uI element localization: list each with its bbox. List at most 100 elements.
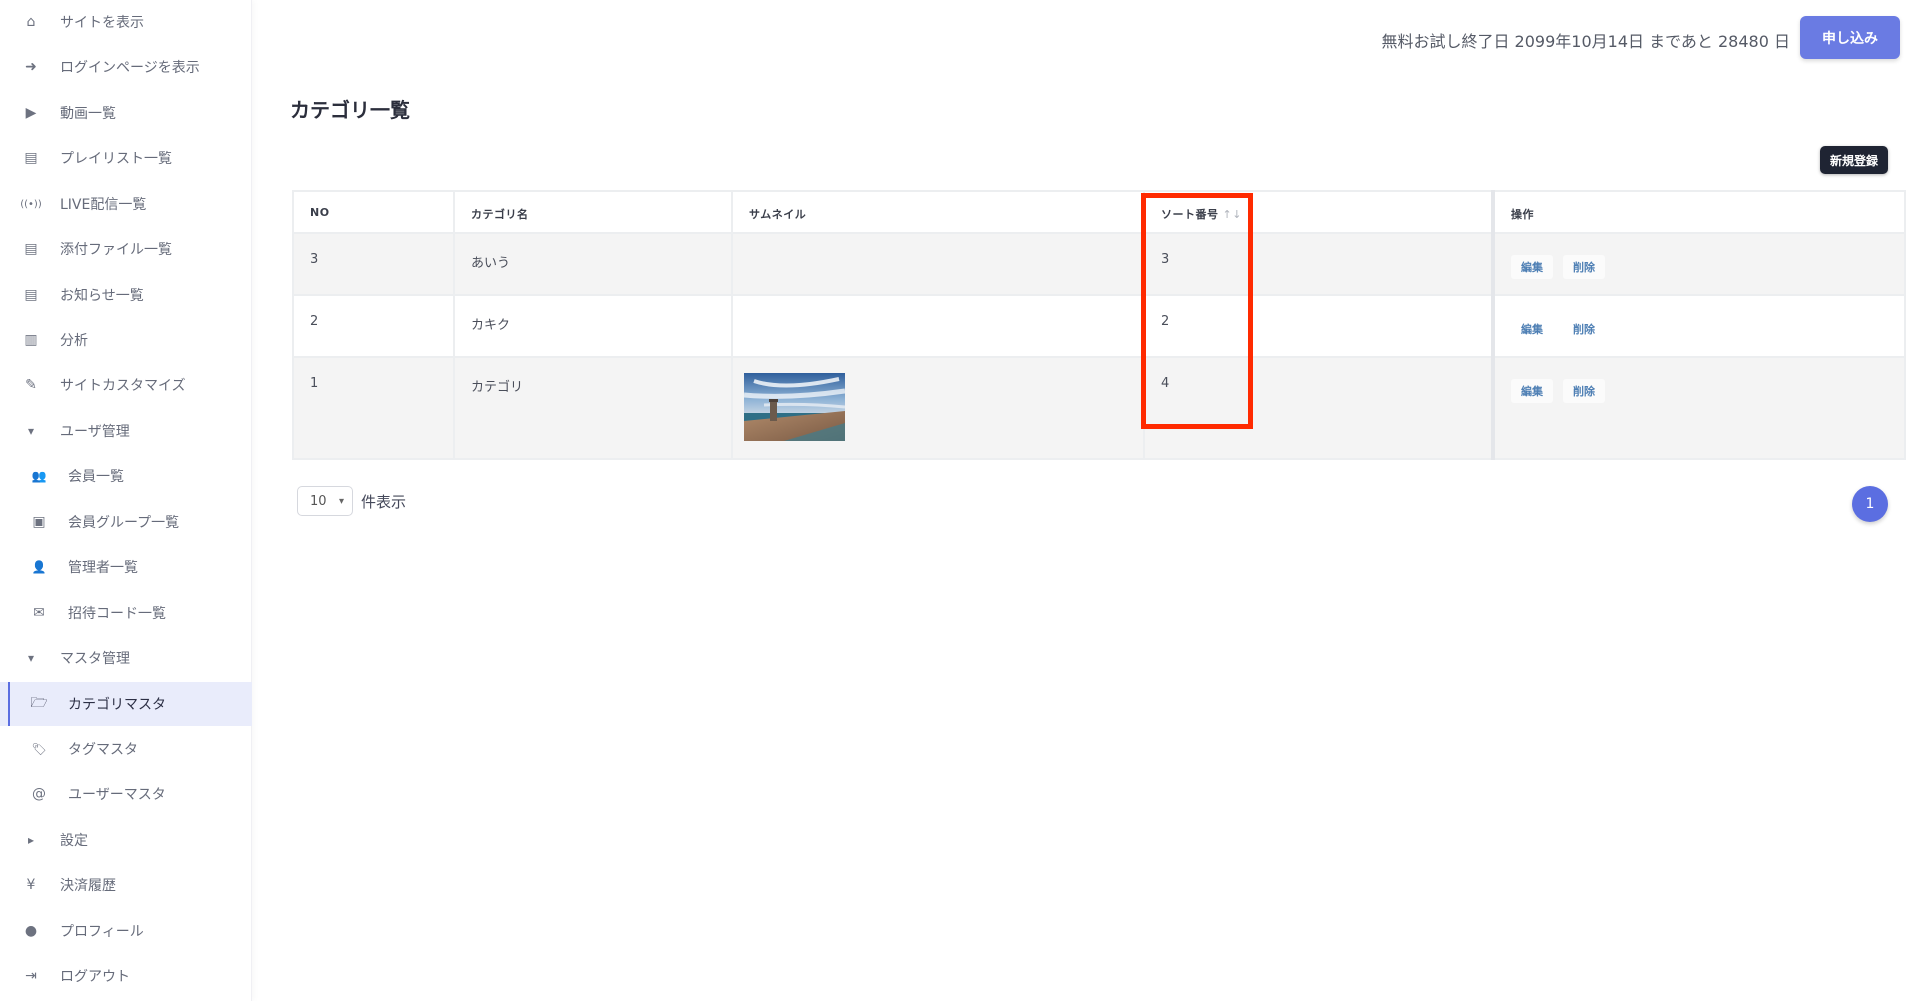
- sidebar-item-label: プレイリスト一覧: [60, 151, 172, 167]
- per-page-label: 件表示: [361, 492, 407, 511]
- sidebar-item-label: 分析: [60, 333, 88, 349]
- sidebar-item-label: マスタ管理: [60, 651, 130, 667]
- broadcast-icon: ((•)): [20, 198, 42, 210]
- sidebar-item-label: 招待コード一覧: [68, 606, 166, 622]
- admin-icon: 👤: [31, 560, 47, 574]
- chart-icon: ▥: [24, 332, 38, 348]
- cell-actions: 編集 削除: [1491, 232, 1906, 296]
- sidebar-group-settings[interactable]: ▸ 設定: [0, 818, 252, 862]
- sort-number-header-label: ソート番号: [1161, 208, 1219, 221]
- sidebar-item-label: サイトカスタマイズ: [60, 378, 186, 394]
- sidebar-item-label: ログアウト: [60, 969, 130, 985]
- caret-down-icon: ▾: [27, 651, 35, 665]
- sidebar-item-label: 動画一覧: [60, 106, 116, 122]
- sidebar-item-member-groups[interactable]: ▣ 会員グループ一覧: [0, 500, 252, 544]
- sidebar-item-tag-master[interactable]: 🏷 タグマスタ: [0, 727, 252, 771]
- sidebar-item-attachments[interactable]: ▤ 添付ファイル一覧: [0, 227, 252, 271]
- group-icon: ▣: [32, 514, 46, 530]
- sidebar-item-admins[interactable]: 👤 管理者一覧: [0, 545, 252, 589]
- sidebar-item-logout[interactable]: ⇥ ログアウト: [0, 954, 252, 998]
- chevron-down-icon: ▾: [338, 495, 344, 507]
- category-table: NO カテゴリ名 サムネイル ソート番号 ↑↓ 操作 3 あいう 3 編集 削除 2…: [292, 190, 1906, 460]
- apply-button[interactable]: 申し込み: [1800, 16, 1900, 59]
- cell-no: 3: [292, 232, 455, 296]
- sidebar-item-profile[interactable]: ● プロフィール: [0, 909, 252, 953]
- per-page-select[interactable]: 10 ▾: [297, 486, 353, 516]
- cell-no: 1: [292, 356, 455, 460]
- trial-status-text: 無料お試し終了日 2099年10月14日 まであと 28480 日: [1381, 32, 1790, 51]
- sidebar-item-label: お知らせ一覧: [60, 288, 144, 304]
- sidebar-item-videos[interactable]: ▶ 動画一覧: [0, 91, 252, 135]
- category-thumbnail-image: [744, 373, 845, 441]
- sidebar-item-label: ユーザ管理: [60, 424, 130, 440]
- yen-icon: ¥: [26, 877, 36, 893]
- folder-open-icon: 🗁: [30, 695, 48, 711]
- cell-no: 2: [292, 294, 455, 358]
- sidebar-item-live[interactable]: ((•)) LIVE配信一覧: [0, 182, 252, 226]
- sort-arrows-icon[interactable]: ↑↓: [1223, 208, 1242, 221]
- sidebar-item-view-site[interactable]: ⌂ サイトを表示: [0, 0, 252, 44]
- delete-button[interactable]: 削除: [1563, 317, 1605, 341]
- cell-actions: 編集 削除: [1491, 294, 1906, 358]
- sidebar-item-label: 決済履歴: [60, 878, 116, 894]
- sidebar: ⌂ サイトを表示 ➜ ログインページを表示 ▶ 動画一覧 ▤ プレイリスト一覧 …: [0, 0, 252, 1001]
- sidebar-item-label: サイトを表示: [60, 15, 144, 31]
- envelope-icon: ✉: [33, 605, 45, 621]
- sidebar-group-master-management[interactable]: ▾ マスタ管理: [0, 636, 252, 680]
- cell-category-name: カテゴリ: [453, 356, 733, 460]
- table-header-row: NO カテゴリ名 サムネイル ソート番号 ↑↓ 操作: [292, 190, 1906, 234]
- per-page-control: 10 ▾ 件表示: [297, 486, 406, 516]
- delete-button[interactable]: 削除: [1563, 379, 1605, 403]
- edit-button[interactable]: 編集: [1511, 379, 1553, 403]
- sidebar-item-label: 添付ファイル一覧: [60, 242, 172, 258]
- video-icon: ▶: [25, 105, 37, 121]
- sidebar-item-payment-history[interactable]: ¥ 決済履歴: [0, 863, 252, 907]
- pagination-page-button[interactable]: 1: [1852, 486, 1888, 522]
- sidebar-item-label: カテゴリマスタ: [68, 697, 166, 713]
- images-icon: ▤: [24, 150, 38, 166]
- edit-icon: ✎: [25, 377, 37, 393]
- notice-icon: ▤: [24, 287, 38, 303]
- sidebar-item-playlists[interactable]: ▤ プレイリスト一覧: [0, 136, 252, 180]
- caret-right-icon: ▸: [27, 833, 35, 847]
- edit-button[interactable]: 編集: [1511, 255, 1553, 279]
- edit-button[interactable]: 編集: [1511, 317, 1553, 341]
- sidebar-item-label: 設定: [60, 833, 88, 849]
- cell-thumbnail: [731, 232, 1145, 296]
- sidebar-item-site-customize[interactable]: ✎ サイトカスタマイズ: [0, 363, 252, 407]
- sidebar-item-notices[interactable]: ▤ お知らせ一覧: [0, 273, 252, 317]
- table-row: 3 あいう 3 編集 削除: [292, 232, 1906, 296]
- sidebar-item-analytics[interactable]: ▥ 分析: [0, 318, 252, 362]
- per-page-value: 10: [310, 493, 327, 509]
- sidebar-item-label: ユーザーマスタ: [68, 787, 166, 803]
- delete-button[interactable]: 削除: [1563, 255, 1605, 279]
- sidebar-group-user-management[interactable]: ▾ ユーザ管理: [0, 409, 252, 453]
- column-header-category-name[interactable]: カテゴリ名: [453, 190, 733, 234]
- attachments-icon: ▤: [24, 241, 38, 257]
- cell-sort-number: 4: [1143, 356, 1494, 460]
- sidebar-item-label: 会員グループ一覧: [68, 515, 180, 531]
- sidebar-item-members[interactable]: 👥 会員一覧: [0, 454, 252, 498]
- table-row: 1 カテゴリ 4 編集 削除: [292, 356, 1906, 460]
- new-register-button[interactable]: 新規登録: [1820, 146, 1888, 174]
- sidebar-item-invite-codes[interactable]: ✉ 招待コード一覧: [0, 591, 252, 635]
- sign-in-icon: ➜: [25, 59, 37, 75]
- column-header-actions: 操作: [1491, 190, 1906, 234]
- page-title: カテゴリ一覧: [290, 98, 410, 122]
- sidebar-item-label: プロフィール: [60, 924, 144, 940]
- sidebar-item-user-master[interactable]: @ ユーザーマスタ: [0, 772, 252, 816]
- sidebar-item-login-page[interactable]: ➜ ログインページを表示: [0, 45, 252, 89]
- tags-icon: 🏷: [31, 742, 47, 756]
- sidebar-item-label: ログインページを表示: [60, 60, 200, 76]
- sign-out-icon: ⇥: [25, 968, 37, 984]
- column-header-thumbnail[interactable]: サムネイル: [731, 190, 1145, 234]
- column-header-sort-number[interactable]: ソート番号 ↑↓: [1143, 190, 1494, 234]
- table-row: 2 カキク 2 編集 削除: [292, 294, 1906, 358]
- cell-sort-number: 2: [1143, 294, 1494, 358]
- column-header-no[interactable]: NO: [292, 190, 455, 234]
- sidebar-item-label: LIVE配信一覧: [60, 197, 147, 213]
- sidebar-item-label: タグマスタ: [68, 742, 138, 758]
- sidebar-item-category-master[interactable]: 🗁 カテゴリマスタ: [0, 682, 252, 726]
- users-icon: 👥: [31, 469, 47, 483]
- caret-down-icon: ▾: [27, 424, 35, 438]
